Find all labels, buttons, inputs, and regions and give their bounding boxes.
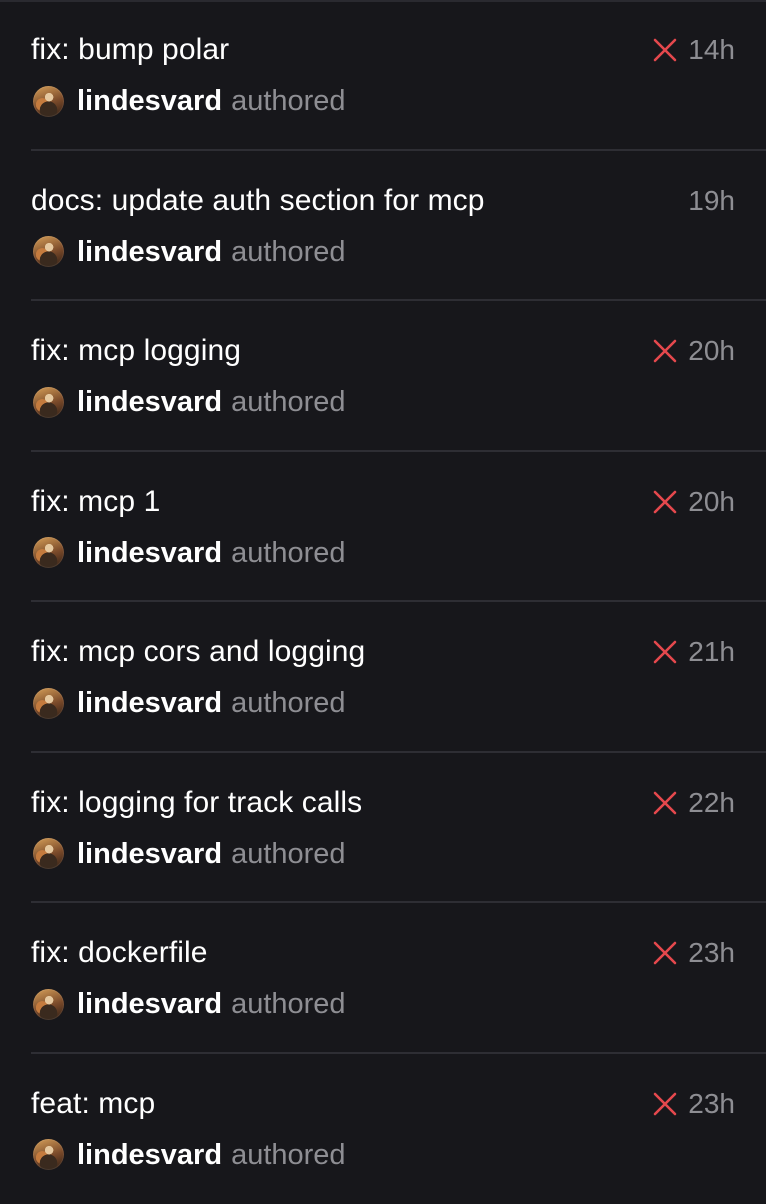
author-name[interactable]: lindesvard (77, 385, 222, 419)
commit-title: fix: mcp logging (31, 331, 241, 371)
commit-meta: 20h (652, 331, 735, 371)
x-mark-icon (652, 489, 678, 515)
commit-row[interactable]: fix: mcp logging 20h lindesvard authored (0, 301, 766, 452)
commit-time: 22h (688, 783, 735, 823)
commit-meta: 22h (652, 783, 735, 823)
author-name[interactable]: lindesvard (77, 837, 222, 871)
author-line: lindesvard authored (33, 235, 346, 269)
author-action: authored (231, 1138, 346, 1172)
avatar[interactable] (33, 387, 64, 418)
avatar[interactable] (33, 86, 64, 117)
author-action: authored (231, 235, 346, 269)
author-name[interactable]: lindesvard (77, 235, 222, 269)
commit-title: fix: mcp 1 (31, 482, 160, 522)
commit-title: docs: update auth section for mcp (31, 181, 485, 221)
author-action: authored (231, 385, 346, 419)
author-line: lindesvard authored (33, 987, 346, 1021)
commit-time: 19h (688, 181, 735, 221)
avatar[interactable] (33, 838, 64, 869)
commit-meta: 23h (652, 1084, 735, 1124)
commit-row[interactable]: feat: mcp 23h lindesvard authored (0, 1054, 766, 1204)
author-line: lindesvard authored (33, 837, 346, 871)
avatar[interactable] (33, 1139, 64, 1170)
author-name[interactable]: lindesvard (77, 686, 222, 720)
commit-row[interactable]: fix: bump polar 14h lindesvard authored (0, 0, 766, 151)
commit-row[interactable]: fix: logging for track calls 22h lindesv… (0, 753, 766, 904)
x-mark-icon (652, 639, 678, 665)
author-name[interactable]: lindesvard (77, 536, 222, 570)
commit-time: 14h (688, 30, 735, 70)
commit-title: fix: mcp cors and logging (31, 632, 365, 672)
commit-row[interactable]: fix: mcp 1 20h lindesvard authored (0, 452, 766, 603)
commit-title: fix: dockerfile (31, 933, 208, 973)
x-mark-icon (652, 37, 678, 63)
author-name[interactable]: lindesvard (77, 84, 222, 118)
author-line: lindesvard authored (33, 385, 346, 419)
x-mark-icon (652, 940, 678, 966)
commit-time: 23h (688, 933, 735, 973)
commit-row[interactable]: fix: mcp cors and logging 21h lindesvard… (0, 602, 766, 753)
x-mark-icon (652, 338, 678, 364)
commit-meta: 20h (652, 482, 735, 522)
author-line: lindesvard authored (33, 686, 346, 720)
x-mark-icon (652, 1091, 678, 1117)
commit-title: fix: bump polar (31, 30, 229, 70)
commit-time: 23h (688, 1084, 735, 1124)
author-action: authored (231, 987, 346, 1021)
avatar[interactable] (33, 537, 64, 568)
commit-row[interactable]: docs: update auth section for mcp 19h li… (0, 151, 766, 302)
commit-row[interactable]: fix: dockerfile 23h lindesvard authored (0, 903, 766, 1054)
commit-title: feat: mcp (31, 1084, 155, 1124)
commit-time: 20h (688, 331, 735, 371)
commit-time: 21h (688, 632, 735, 672)
commit-meta: 19h (688, 181, 735, 221)
author-action: authored (231, 686, 346, 720)
x-mark-icon (652, 790, 678, 816)
author-line: lindesvard authored (33, 536, 346, 570)
author-line: lindesvard authored (33, 84, 346, 118)
avatar[interactable] (33, 989, 64, 1020)
commit-title: fix: logging for track calls (31, 783, 362, 823)
author-line: lindesvard authored (33, 1138, 346, 1172)
commit-meta: 21h (652, 632, 735, 672)
commit-time: 20h (688, 482, 735, 522)
avatar[interactable] (33, 688, 64, 719)
commit-meta: 23h (652, 933, 735, 973)
author-name[interactable]: lindesvard (77, 987, 222, 1021)
author-name[interactable]: lindesvard (77, 1138, 222, 1172)
author-action: authored (231, 84, 346, 118)
avatar[interactable] (33, 236, 64, 267)
author-action: authored (231, 536, 346, 570)
commit-meta: 14h (652, 30, 735, 70)
commit-list: fix: bump polar 14h lindesvard authored … (0, 0, 766, 1204)
author-action: authored (231, 837, 346, 871)
